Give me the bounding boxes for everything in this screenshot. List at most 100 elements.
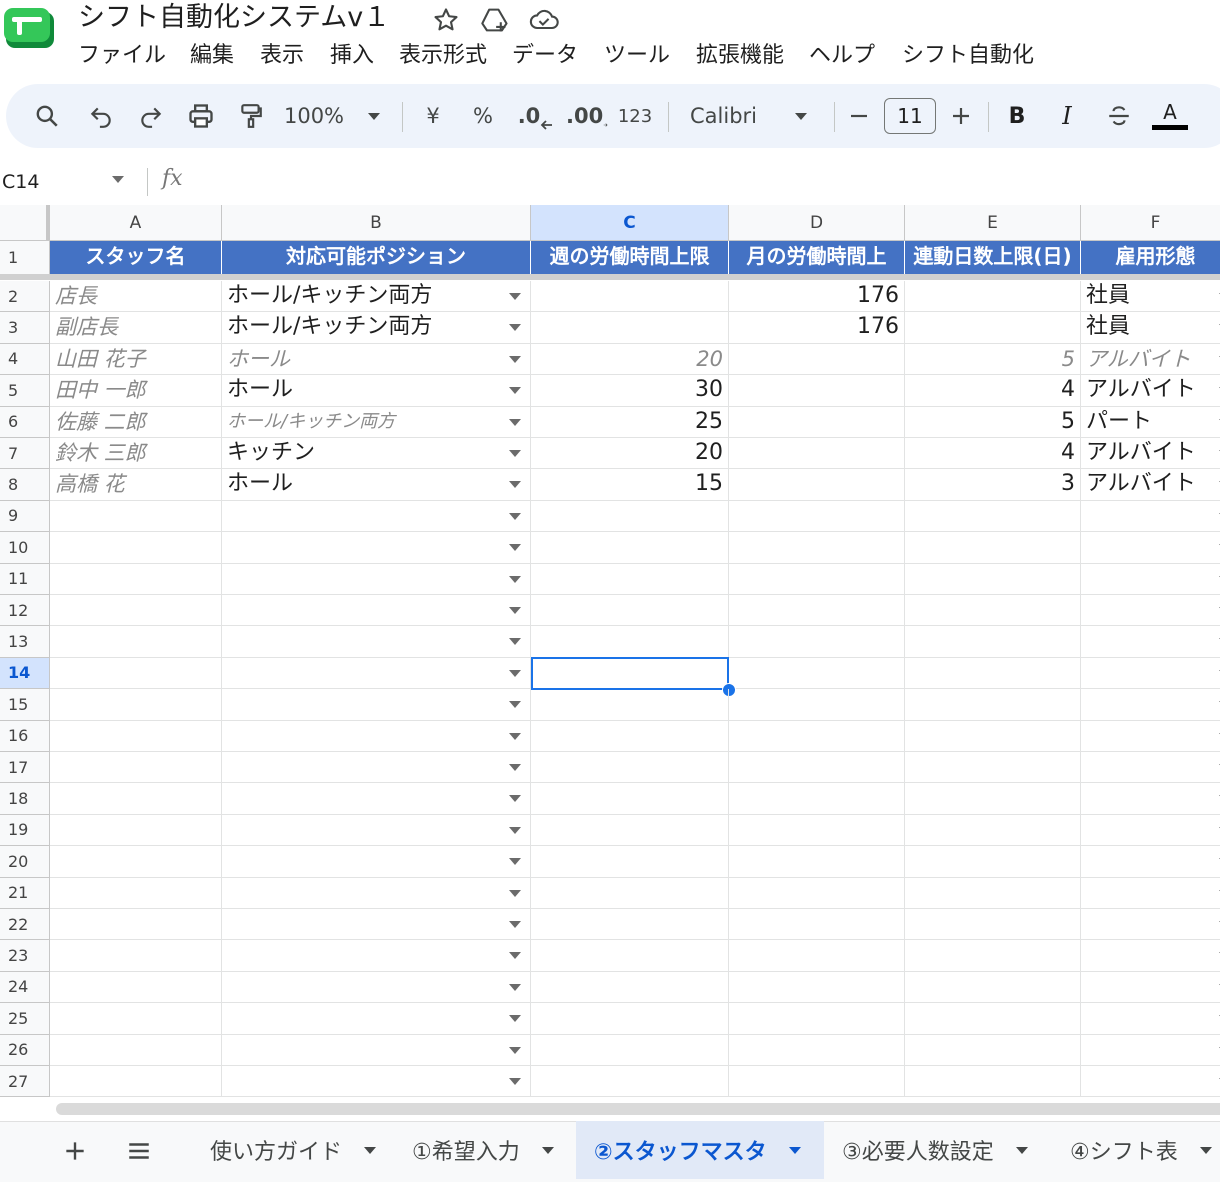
cell-employment-type[interactable] [1081,595,1220,627]
cell-staff-name[interactable] [50,595,222,627]
dropdown-arrow-icon[interactable] [509,387,521,395]
dropdown-arrow-icon[interactable] [509,481,521,489]
dropdown-arrow-icon[interactable] [509,1078,521,1085]
print-icon[interactable] [184,84,218,148]
dropdown-arrow-icon[interactable] [509,512,521,520]
horizontal-scrollbar-thumb[interactable] [56,1103,1220,1115]
decrease-font-size-button[interactable] [846,84,872,148]
cell-consecutive-days-limit[interactable] [905,1034,1081,1066]
cell-monthly-hours-limit[interactable] [729,971,905,1004]
cell-staff-name[interactable] [50,1003,222,1035]
cell-consecutive-days-limit[interactable] [905,971,1081,1004]
cell-position[interactable] [222,783,531,815]
cell-position[interactable] [222,720,531,752]
cell-consecutive-days-limit[interactable] [905,1003,1081,1035]
cell-staff-name[interactable] [50,500,222,533]
cell-position[interactable]: キッチン [222,438,531,470]
row-header-20[interactable]: 20 [0,846,50,878]
cell-employment-type[interactable] [1081,1003,1220,1035]
move-to-drive-icon[interactable] [480,6,508,34]
cell-monthly-hours-limit[interactable] [729,877,905,909]
cell-monthly-hours-limit[interactable]: 176 [729,281,905,313]
name-box[interactable]: C14 [2,168,39,196]
dropdown-arrow-icon[interactable] [509,983,521,991]
cell-staff-name[interactable] [50,783,222,815]
cell-employment-type[interactable] [1081,626,1220,658]
cell-consecutive-days-limit[interactable]: 5 [905,343,1081,376]
cell-employment-type[interactable] [1081,532,1220,564]
cell-consecutive-days-limit[interactable] [905,909,1081,941]
cell-employment-type[interactable] [1081,846,1220,878]
cell-consecutive-days-limit[interactable] [905,720,1081,752]
cell-consecutive-days-limit[interactable] [905,689,1081,721]
cell-monthly-hours-limit[interactable] [729,909,905,941]
cell-consecutive-days-limit[interactable] [905,500,1081,533]
cell-employment-type[interactable] [1081,972,1220,1004]
column-header-f[interactable]: F [1081,205,1220,241]
cell-position[interactable] [222,909,531,941]
cell-position[interactable] [222,563,531,595]
dropdown-arrow-icon[interactable] [509,355,521,363]
cell-weekly-hours-limit[interactable] [531,940,729,972]
dropdown-arrow-icon[interactable] [509,858,521,866]
cell-monthly-hours-limit[interactable] [729,1034,905,1066]
dropdown-arrow-icon[interactable] [509,544,521,552]
cell-staff-name[interactable]: 副店長 [50,312,222,344]
cell-consecutive-days-limit[interactable] [905,940,1081,972]
cloud-saved-icon[interactable] [528,6,559,34]
cell-position[interactable] [222,1003,531,1035]
cell-staff-name[interactable] [50,720,222,752]
cell-weekly-hours-limit[interactable] [531,1066,729,1098]
cell-weekly-hours-limit[interactable]: 25 [531,406,729,438]
dropdown-arrow-icon[interactable] [509,293,521,300]
cell-weekly-hours-limit[interactable] [531,281,729,313]
dropdown-arrow-icon[interactable] [509,921,521,928]
cell-monthly-hours-limit[interactable] [729,532,905,564]
cell-position[interactable] [222,657,531,690]
strikethrough-icon[interactable] [1102,84,1136,148]
cell-position[interactable]: ホール [222,343,531,376]
cell-position[interactable] [222,971,531,1004]
cell-position[interactable] [222,500,531,533]
chevron-down-icon[interactable] [112,176,124,183]
cell-weekly-hours-limit[interactable] [531,1034,729,1066]
cell-staff-name[interactable] [50,626,222,658]
cell-weekly-hours-limit[interactable] [531,783,729,815]
menu-format[interactable]: 表示形式 [399,41,487,71]
cell-weekly-hours-limit[interactable] [531,1003,729,1035]
cell-position[interactable]: ホール/キッチン両方 [222,406,531,438]
row-header-3[interactable]: 3 [0,312,50,344]
cell-weekly-hours-limit[interactable] [531,689,729,721]
cell-position[interactable] [222,846,531,878]
row-header-1[interactable]: 1 [0,241,50,275]
cell-weekly-hours-limit[interactable] [531,563,729,595]
dropdown-arrow-icon[interactable] [509,450,521,457]
cell-weekly-hours-limit[interactable] [531,626,729,658]
cell-position[interactable] [222,689,531,721]
cell-monthly-hours-limit[interactable] [729,846,905,878]
menu-data[interactable]: データ [512,41,578,71]
cell-employment-type[interactable]: 社員 [1081,281,1220,313]
sheet-tab-request-input[interactable]: ①希望入力 [412,1121,554,1179]
cell-employment-type[interactable] [1081,1035,1220,1066]
selected-cell-c14[interactable] [531,656,729,691]
row-header-4[interactable]: 4 [0,343,50,376]
cell-employment-type[interactable] [1081,658,1220,690]
cell-monthly-hours-limit[interactable] [729,1066,905,1098]
all-sheets-menu-icon[interactable] [126,1138,152,1164]
header-cell-monthly-hours-limit[interactable]: 月の労働時間上 [729,241,905,275]
header-cell-weekly-hours-limit[interactable]: 週の労働時間上限 [531,241,729,275]
cell-employment-type[interactable]: アルバイト [1081,438,1220,470]
cell-employment-type[interactable] [1081,564,1220,595]
cell-monthly-hours-limit[interactable] [729,595,905,627]
cell-monthly-hours-limit[interactable] [729,657,905,690]
increase-decimal-button[interactable]: .00 [566,84,608,148]
menu-file[interactable]: ファイル [78,41,166,71]
cell-consecutive-days-limit[interactable]: 4 [905,375,1081,407]
dropdown-arrow-icon[interactable] [509,795,521,803]
cell-monthly-hours-limit[interactable] [729,752,905,784]
search-menus-icon[interactable] [30,84,64,148]
row-header-17[interactable]: 17 [0,752,50,784]
cell-position[interactable]: ホール [222,469,531,501]
row-header-8[interactable]: 8 [0,469,50,501]
